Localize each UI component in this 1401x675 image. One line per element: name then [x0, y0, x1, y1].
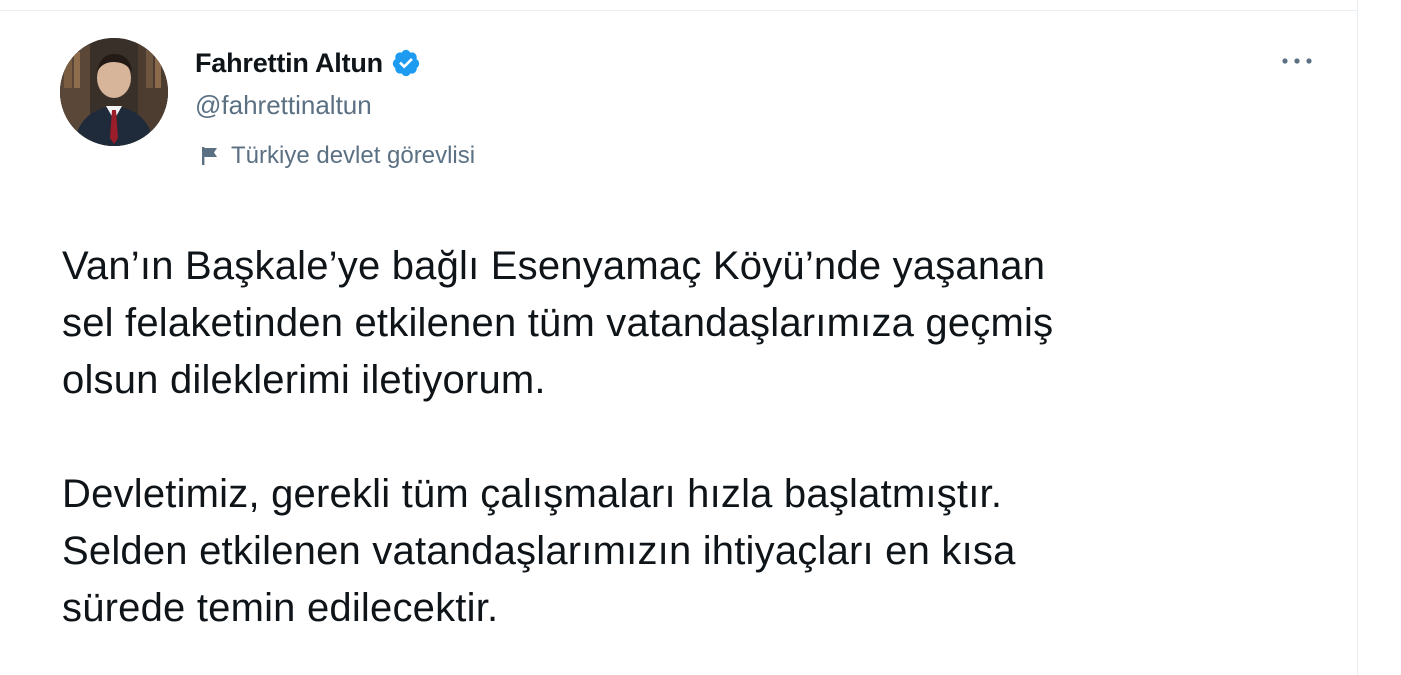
tweet-text: Van’ın Başkale’ye bağlı Esenyamaç Köyü’n… — [62, 238, 1332, 637]
verified-badge-icon — [391, 48, 421, 78]
more-options-button[interactable] — [1274, 44, 1320, 78]
avatar[interactable] — [60, 38, 168, 146]
avatar-image — [60, 38, 168, 146]
tweet-card: Fahrettin Altun @fahrettinaltun Türkiye … — [0, 0, 1358, 675]
tweet-paragraph: Devletimiz, gerekli tüm çalışmaları hızl… — [62, 472, 1016, 630]
tweet-paragraph: Van’ın Başkale’ye bağlı Esenyamaç Köyü’n… — [62, 244, 1054, 402]
more-options-icon — [1280, 56, 1314, 66]
affiliation-label: Türkiye devlet görevlisi — [199, 142, 475, 170]
author-name[interactable]: Fahrettin Altun — [195, 48, 383, 79]
divider — [0, 10, 1358, 11]
affiliation-text: Türkiye devlet görevlisi — [231, 142, 476, 169]
flag-icon — [199, 145, 221, 167]
author-name-row: Fahrettin Altun — [195, 44, 421, 82]
author-handle[interactable]: @fahrettinaltun — [195, 90, 372, 121]
